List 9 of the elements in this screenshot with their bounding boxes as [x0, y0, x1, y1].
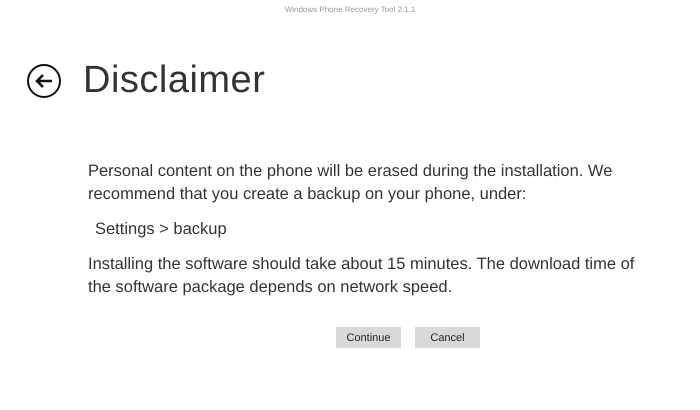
disclaimer-paragraph: Personal content on the phone will be erased during the installation. We recommend that you create a backup on your phone, under:	[88, 161, 614, 205]
continue-button[interactable]: Continue	[336, 327, 401, 348]
page-title: Disclaimer	[83, 59, 266, 102]
back-button[interactable]	[27, 64, 61, 98]
settings-path: Settings > backup	[94, 219, 228, 240]
cancel-button[interactable]: Cancel	[415, 327, 480, 348]
back-arrow-icon	[34, 72, 54, 88]
disclaimer-paragraph: Installing the software should take about 15 minutes. The download time of the software package depends on network speed.	[88, 254, 636, 298]
window-title: Windows Phone Recovery Tool 2.1.1	[284, 5, 416, 14]
